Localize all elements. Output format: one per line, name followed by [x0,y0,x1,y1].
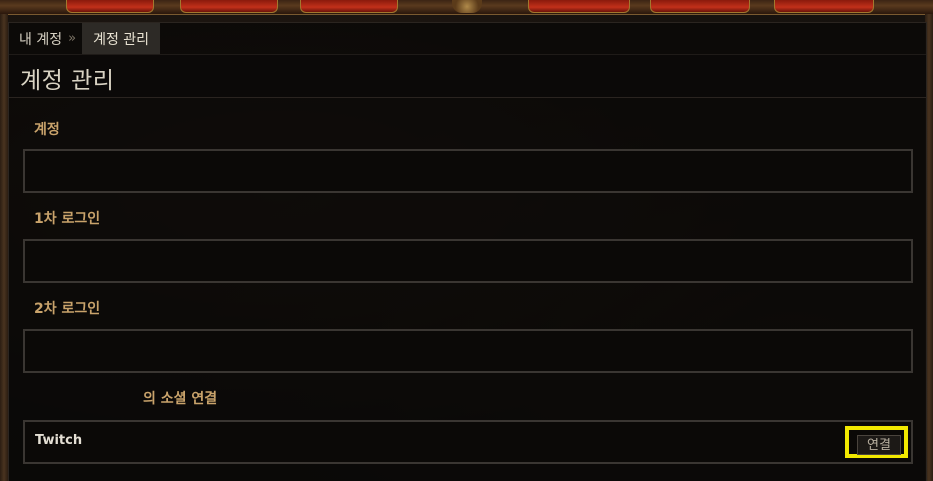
breadcrumb: 내 계정 » 계정 관리 [9,23,161,54]
nav-tab[interactable] [528,0,630,13]
account-label: 계정 [34,122,60,138]
social-connections-header: 의 소셜 연결 [143,391,218,407]
connect-button-highlight: 연결 [845,426,908,458]
primary-login-input[interactable] [25,241,911,281]
breadcrumb-home-link[interactable]: 내 계정 [9,23,68,54]
account-panel: 내 계정 » 계정 관리 계정 관리 계정 1차 로그인 2차 로그인 의 소셜… [8,22,927,481]
title-bar: 계정 관리 [9,54,926,98]
account-input[interactable] [25,151,911,191]
page: 내 계정 » 계정 관리 계정 관리 계정 1차 로그인 2차 로그인 의 소셜… [0,0,933,481]
secondary-login-field [23,329,913,373]
page-title: 계정 관리 [20,68,115,94]
secondary-login-input[interactable] [25,331,911,371]
emblem-icon [452,0,482,13]
top-navigation [0,0,933,15]
breadcrumb-separator: » [68,31,77,46]
account-field [23,149,913,193]
social-row-twitch: Twitch 연결 [23,420,913,464]
primary-login-label: 1차 로그인 [34,211,101,227]
social-name: Twitch [35,433,83,448]
nav-tab[interactable] [650,0,750,13]
secondary-login-label: 2차 로그인 [34,301,101,317]
ornate-border-left [0,14,8,481]
nav-tab[interactable] [774,0,874,13]
breadcrumb-current: 계정 관리 [82,23,161,54]
connect-button[interactable]: 연결 [857,435,901,455]
nav-tab[interactable] [300,0,398,13]
nav-tab[interactable] [180,0,278,13]
primary-login-field [23,239,913,283]
nav-tab[interactable] [66,0,154,13]
